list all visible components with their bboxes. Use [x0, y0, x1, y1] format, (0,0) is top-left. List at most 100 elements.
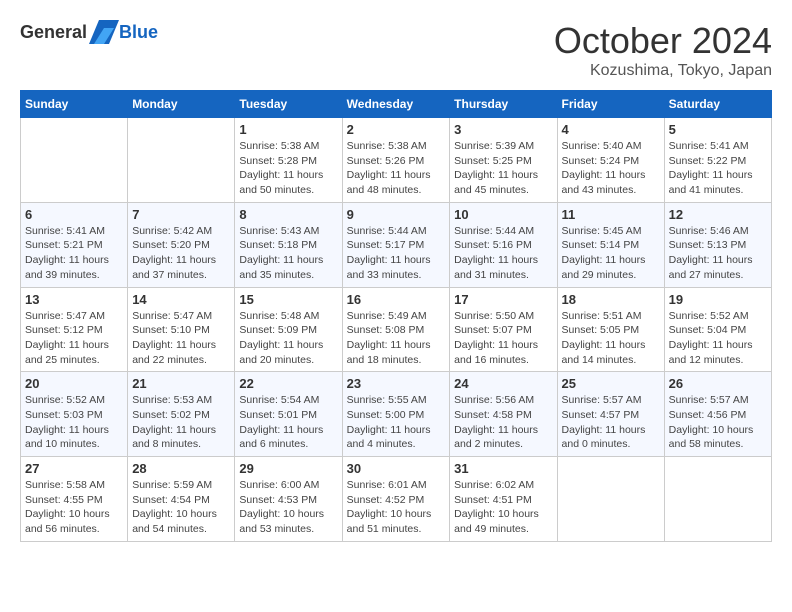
- day-info: Sunrise: 5:47 AM Sunset: 5:12 PM Dayligh…: [25, 309, 123, 368]
- calendar-week-row: 13 Sunrise: 5:47 AM Sunset: 5:12 PM Dayli…: [21, 287, 772, 372]
- day-number: 20: [25, 376, 123, 391]
- day-number: 30: [347, 461, 446, 476]
- day-info: Sunrise: 5:46 AM Sunset: 5:13 PM Dayligh…: [669, 224, 767, 283]
- calendar-cell: 16 Sunrise: 5:49 AM Sunset: 5:08 PM Dayli…: [342, 287, 450, 372]
- day-number: 31: [454, 461, 552, 476]
- calendar-cell: 29Sunrise: 6:00 AM Sunset: 4:53 PM Dayli…: [235, 457, 342, 542]
- calendar-cell: 31 Sunrise: 6:02 AM Sunset: 4:51 PM Dayli…: [450, 457, 557, 542]
- calendar-cell: 5 Sunrise: 5:41 AM Sunset: 5:22 PM Daylig…: [664, 118, 771, 203]
- day-info: Sunrise: 5:55 AM Sunset: 5:00 PM Dayligh…: [347, 393, 446, 452]
- calendar-cell: 14 Sunrise: 5:47 AM Sunset: 5:10 PM Dayli…: [128, 287, 235, 372]
- day-info: Sunrise: 5:43 AM Sunset: 5:18 PM Dayligh…: [239, 224, 337, 283]
- calendar-cell: 28 Sunrise: 5:59 AM Sunset: 4:54 PM Dayli…: [128, 457, 235, 542]
- day-info: Sunrise: 5:45 AM Sunset: 5:14 PM Dayligh…: [562, 224, 660, 283]
- day-number: 12: [669, 207, 767, 222]
- day-info: Sunrise: 5:41 AM Sunset: 5:21 PM Dayligh…: [25, 224, 123, 283]
- calendar-cell: 21Sunrise: 5:53 AM Sunset: 5:02 PM Dayli…: [128, 372, 235, 457]
- calendar-cell: 27 Sunrise: 5:58 AM Sunset: 4:55 PM Dayli…: [21, 457, 128, 542]
- day-info: Sunrise: 5:48 AM Sunset: 5:09 PM Dayligh…: [239, 309, 337, 368]
- calendar-cell: 10Sunrise: 5:44 AM Sunset: 5:16 PM Dayli…: [450, 202, 557, 287]
- calendar-cell: 6 Sunrise: 5:41 AM Sunset: 5:21 PM Daylig…: [21, 202, 128, 287]
- day-info: Sunrise: 5:58 AM Sunset: 4:55 PM Dayligh…: [25, 478, 123, 537]
- calendar-cell: [557, 457, 664, 542]
- logo: General Blue: [20, 20, 158, 44]
- day-number: 5: [669, 122, 767, 137]
- day-number: 18: [562, 292, 660, 307]
- day-number: 24: [454, 376, 552, 391]
- page-header: General Blue October 2024 Kozushima, Tok…: [20, 20, 772, 80]
- day-info: Sunrise: 5:49 AM Sunset: 5:08 PM Dayligh…: [347, 309, 446, 368]
- day-info: Sunrise: 5:54 AM Sunset: 5:01 PM Dayligh…: [239, 393, 337, 452]
- column-header-tuesday: Tuesday: [235, 91, 342, 118]
- day-number: 10: [454, 207, 552, 222]
- calendar-week-row: 27 Sunrise: 5:58 AM Sunset: 4:55 PM Dayli…: [21, 457, 772, 542]
- day-info: Sunrise: 5:52 AM Sunset: 5:03 PM Dayligh…: [25, 393, 123, 452]
- day-number: 19: [669, 292, 767, 307]
- day-info: Sunrise: 5:38 AM Sunset: 5:26 PM Dayligh…: [347, 139, 446, 198]
- calendar-cell: 15 Sunrise: 5:48 AM Sunset: 5:09 PM Dayli…: [235, 287, 342, 372]
- calendar-cell: 23 Sunrise: 5:55 AM Sunset: 5:00 PM Dayli…: [342, 372, 450, 457]
- day-info: Sunrise: 5:56 AM Sunset: 4:58 PM Dayligh…: [454, 393, 552, 452]
- day-number: 2: [347, 122, 446, 137]
- calendar-week-row: 1 Sunrise: 5:38 AM Sunset: 5:28 PM Daylig…: [21, 118, 772, 203]
- logo-blue-text: Blue: [119, 22, 158, 43]
- day-info: Sunrise: 6:02 AM Sunset: 4:51 PM Dayligh…: [454, 478, 552, 537]
- day-info: Sunrise: 5:57 AM Sunset: 4:56 PM Dayligh…: [669, 393, 767, 452]
- day-number: 4: [562, 122, 660, 137]
- day-info: Sunrise: 5:41 AM Sunset: 5:22 PM Dayligh…: [669, 139, 767, 198]
- day-info: Sunrise: 5:51 AM Sunset: 5:05 PM Dayligh…: [562, 309, 660, 368]
- day-number: 1: [239, 122, 337, 137]
- calendar-cell: 11 Sunrise: 5:45 AM Sunset: 5:14 PM Dayli…: [557, 202, 664, 287]
- day-number: 14: [132, 292, 230, 307]
- calendar-cell: 18 Sunrise: 5:51 AM Sunset: 5:05 PM Dayli…: [557, 287, 664, 372]
- calendar-cell: 3 Sunrise: 5:39 AM Sunset: 5:25 PM Daylig…: [450, 118, 557, 203]
- column-header-wednesday: Wednesday: [342, 91, 450, 118]
- day-number: 7: [132, 207, 230, 222]
- day-number: 8: [239, 207, 337, 222]
- day-number: 23: [347, 376, 446, 391]
- day-number: 16: [347, 292, 446, 307]
- calendar-cell: 4 Sunrise: 5:40 AM Sunset: 5:24 PM Daylig…: [557, 118, 664, 203]
- calendar-cell: 20 Sunrise: 5:52 AM Sunset: 5:03 PM Dayli…: [21, 372, 128, 457]
- calendar-header-row: SundayMondayTuesdayWednesdayThursdayFrid…: [21, 91, 772, 118]
- calendar-cell: 19 Sunrise: 5:52 AM Sunset: 5:04 PM Dayli…: [664, 287, 771, 372]
- calendar-cell: 2 Sunrise: 5:38 AM Sunset: 5:26 PM Daylig…: [342, 118, 450, 203]
- calendar-cell: 9Sunrise: 5:44 AM Sunset: 5:17 PM Daylig…: [342, 202, 450, 287]
- day-number: 13: [25, 292, 123, 307]
- calendar-cell: 13 Sunrise: 5:47 AM Sunset: 5:12 PM Dayli…: [21, 287, 128, 372]
- logo-general-text: General: [20, 22, 87, 43]
- day-info: Sunrise: 5:40 AM Sunset: 5:24 PM Dayligh…: [562, 139, 660, 198]
- day-number: 27: [25, 461, 123, 476]
- calendar-cell: 1 Sunrise: 5:38 AM Sunset: 5:28 PM Daylig…: [235, 118, 342, 203]
- calendar-cell: 7Sunrise: 5:42 AM Sunset: 5:20 PM Daylig…: [128, 202, 235, 287]
- day-number: 9: [347, 207, 446, 222]
- day-info: Sunrise: 5:52 AM Sunset: 5:04 PM Dayligh…: [669, 309, 767, 368]
- day-number: 17: [454, 292, 552, 307]
- column-header-friday: Friday: [557, 91, 664, 118]
- location-title: Kozushima, Tokyo, Japan: [554, 62, 772, 80]
- day-number: 11: [562, 207, 660, 222]
- calendar-cell: 25Sunrise: 5:57 AM Sunset: 4:57 PM Dayli…: [557, 372, 664, 457]
- calendar-cell: 12 Sunrise: 5:46 AM Sunset: 5:13 PM Dayli…: [664, 202, 771, 287]
- day-info: Sunrise: 5:38 AM Sunset: 5:28 PM Dayligh…: [239, 139, 337, 198]
- day-info: Sunrise: 5:47 AM Sunset: 5:10 PM Dayligh…: [132, 309, 230, 368]
- day-info: Sunrise: 5:59 AM Sunset: 4:54 PM Dayligh…: [132, 478, 230, 537]
- day-number: 28: [132, 461, 230, 476]
- day-number: 6: [25, 207, 123, 222]
- column-header-sunday: Sunday: [21, 91, 128, 118]
- day-number: 3: [454, 122, 552, 137]
- calendar-cell: 8 Sunrise: 5:43 AM Sunset: 5:18 PM Daylig…: [235, 202, 342, 287]
- day-info: Sunrise: 5:39 AM Sunset: 5:25 PM Dayligh…: [454, 139, 552, 198]
- column-header-saturday: Saturday: [664, 91, 771, 118]
- day-info: Sunrise: 5:50 AM Sunset: 5:07 PM Dayligh…: [454, 309, 552, 368]
- calendar-cell: [128, 118, 235, 203]
- calendar-week-row: 6 Sunrise: 5:41 AM Sunset: 5:21 PM Daylig…: [21, 202, 772, 287]
- day-number: 26: [669, 376, 767, 391]
- column-header-thursday: Thursday: [450, 91, 557, 118]
- day-info: Sunrise: 6:00 AM Sunset: 4:53 PM Dayligh…: [239, 478, 337, 537]
- day-number: 15: [239, 292, 337, 307]
- calendar-cell: 26 Sunrise: 5:57 AM Sunset: 4:56 PM Dayli…: [664, 372, 771, 457]
- month-title: October 2024: [554, 20, 772, 62]
- calendar-cell: 22Sunrise: 5:54 AM Sunset: 5:01 PM Dayli…: [235, 372, 342, 457]
- day-number: 25: [562, 376, 660, 391]
